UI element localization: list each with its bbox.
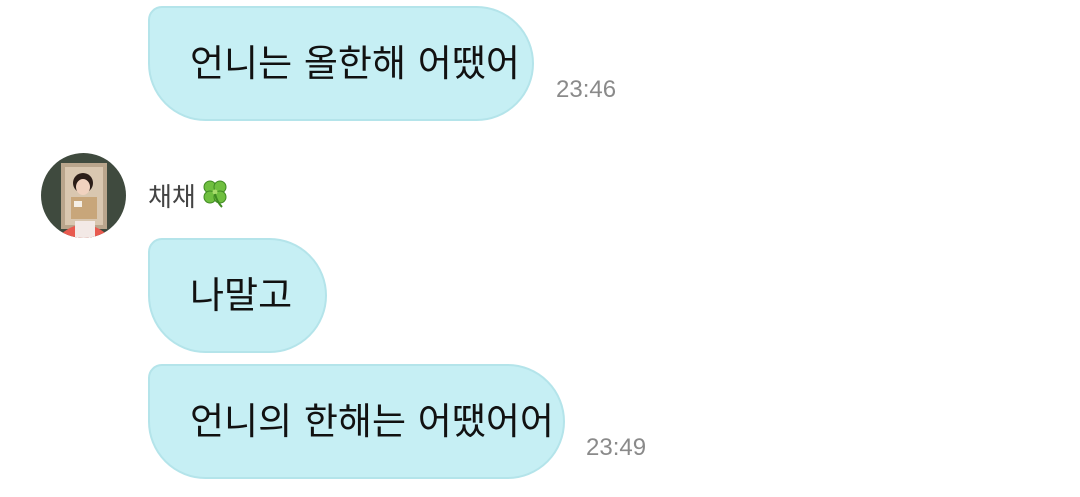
sender-label: 채채 <box>148 176 232 214</box>
message-bubble[interactable]: 언니는 올한해 어땠어 <box>148 6 534 121</box>
four-leaf-clover-icon <box>198 176 232 214</box>
message-text: 언니의 한해는 어땠어어 <box>190 400 554 443</box>
message-timestamp: 23:49 <box>586 434 647 461</box>
profile-photo <box>41 153 126 238</box>
message-bubble[interactable]: 언니의 한해는 어땠어어 <box>148 364 565 479</box>
message-text: 언니는 올한해 어땠어 <box>190 42 520 85</box>
chat-view: 언니는 올한해 어땠어 23:46 채채 나말고 언니의 한해는 어땠어어 23… <box>0 0 1080 497</box>
message-timestamp: 23:46 <box>556 76 617 103</box>
avatar[interactable] <box>41 153 126 238</box>
sender-name: 채채 <box>148 182 196 213</box>
message-text: 나말고 <box>190 274 293 317</box>
message-bubble[interactable]: 나말고 <box>148 238 327 353</box>
